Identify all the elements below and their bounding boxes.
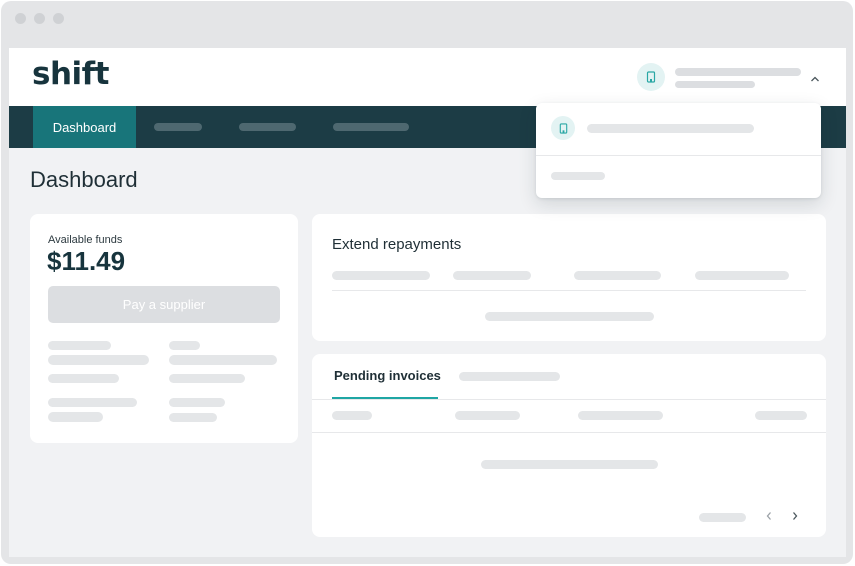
column-header-placeholder xyxy=(695,271,789,280)
placeholder-line xyxy=(169,374,245,383)
column-header-placeholder xyxy=(455,411,520,420)
dropdown-item-placeholder[interactable] xyxy=(551,172,605,180)
building-icon[interactable] xyxy=(637,63,665,91)
logo-text: shift xyxy=(32,56,109,92)
shift-logo[interactable]: shift xyxy=(32,56,109,92)
browser-window: shift Dashboard Dashboard Available fund… xyxy=(1,1,853,564)
nav-tab-placeholder[interactable] xyxy=(333,123,409,131)
tab-placeholder[interactable] xyxy=(459,372,560,381)
divider xyxy=(312,399,826,400)
window-dot[interactable] xyxy=(53,13,64,24)
empty-state-placeholder xyxy=(481,460,658,469)
page-title: Dashboard xyxy=(30,167,138,192)
window-controls xyxy=(15,13,64,24)
account-dropdown xyxy=(536,103,821,198)
column-header-placeholder xyxy=(755,411,807,420)
window-dot[interactable] xyxy=(34,13,45,24)
placeholder-line xyxy=(48,398,137,407)
building-icon xyxy=(551,116,575,140)
placeholder-line xyxy=(48,355,149,365)
nav-tab-placeholder[interactable] xyxy=(154,123,202,131)
column-header-placeholder xyxy=(332,271,430,280)
placeholder-line xyxy=(169,341,200,350)
nav-tab-dashboard[interactable]: Dashboard xyxy=(33,106,136,148)
column-header-placeholder xyxy=(578,411,663,420)
column-header-placeholder xyxy=(574,271,661,280)
tab-pending-invoices[interactable]: Pending invoices xyxy=(334,368,441,383)
nav-tab-placeholder[interactable] xyxy=(239,123,296,131)
extend-repayments-card: Extend repayments xyxy=(312,214,826,341)
pay-supplier-label: Pay a supplier xyxy=(122,297,206,312)
placeholder-line xyxy=(169,398,225,407)
window-dot[interactable] xyxy=(15,13,26,24)
placeholder-line xyxy=(169,413,217,422)
divider xyxy=(332,290,806,291)
placeholder-line xyxy=(48,412,103,422)
top-header: shift xyxy=(9,48,846,106)
placeholder-line xyxy=(48,374,119,383)
funds-value: $11.49 xyxy=(47,246,126,276)
pay-supplier-button[interactable]: Pay a supplier xyxy=(48,286,280,323)
card-title: Extend repayments xyxy=(332,236,462,253)
nav-tab-label: Dashboard xyxy=(52,119,117,135)
column-header-placeholder xyxy=(332,411,372,420)
pagination-placeholder xyxy=(699,513,746,522)
dropdown-item-placeholder[interactable] xyxy=(587,124,754,133)
chevron-up-icon[interactable] xyxy=(810,70,820,88)
account-name-placeholder[interactable] xyxy=(675,68,801,76)
chevron-right-icon[interactable] xyxy=(791,509,799,524)
pending-invoices-card: Pending invoices xyxy=(312,354,826,537)
placeholder-line xyxy=(169,355,277,365)
account-sub-placeholder xyxy=(675,81,755,88)
placeholder-line xyxy=(48,341,111,350)
divider xyxy=(536,155,821,156)
funds-label: Available funds xyxy=(48,234,123,246)
chevron-left-icon[interactable] xyxy=(765,509,773,524)
available-funds-card: Available funds $11.49 Pay a supplier xyxy=(30,214,298,443)
empty-state-placeholder xyxy=(485,312,654,321)
column-header-placeholder xyxy=(453,271,531,280)
divider xyxy=(312,432,826,433)
